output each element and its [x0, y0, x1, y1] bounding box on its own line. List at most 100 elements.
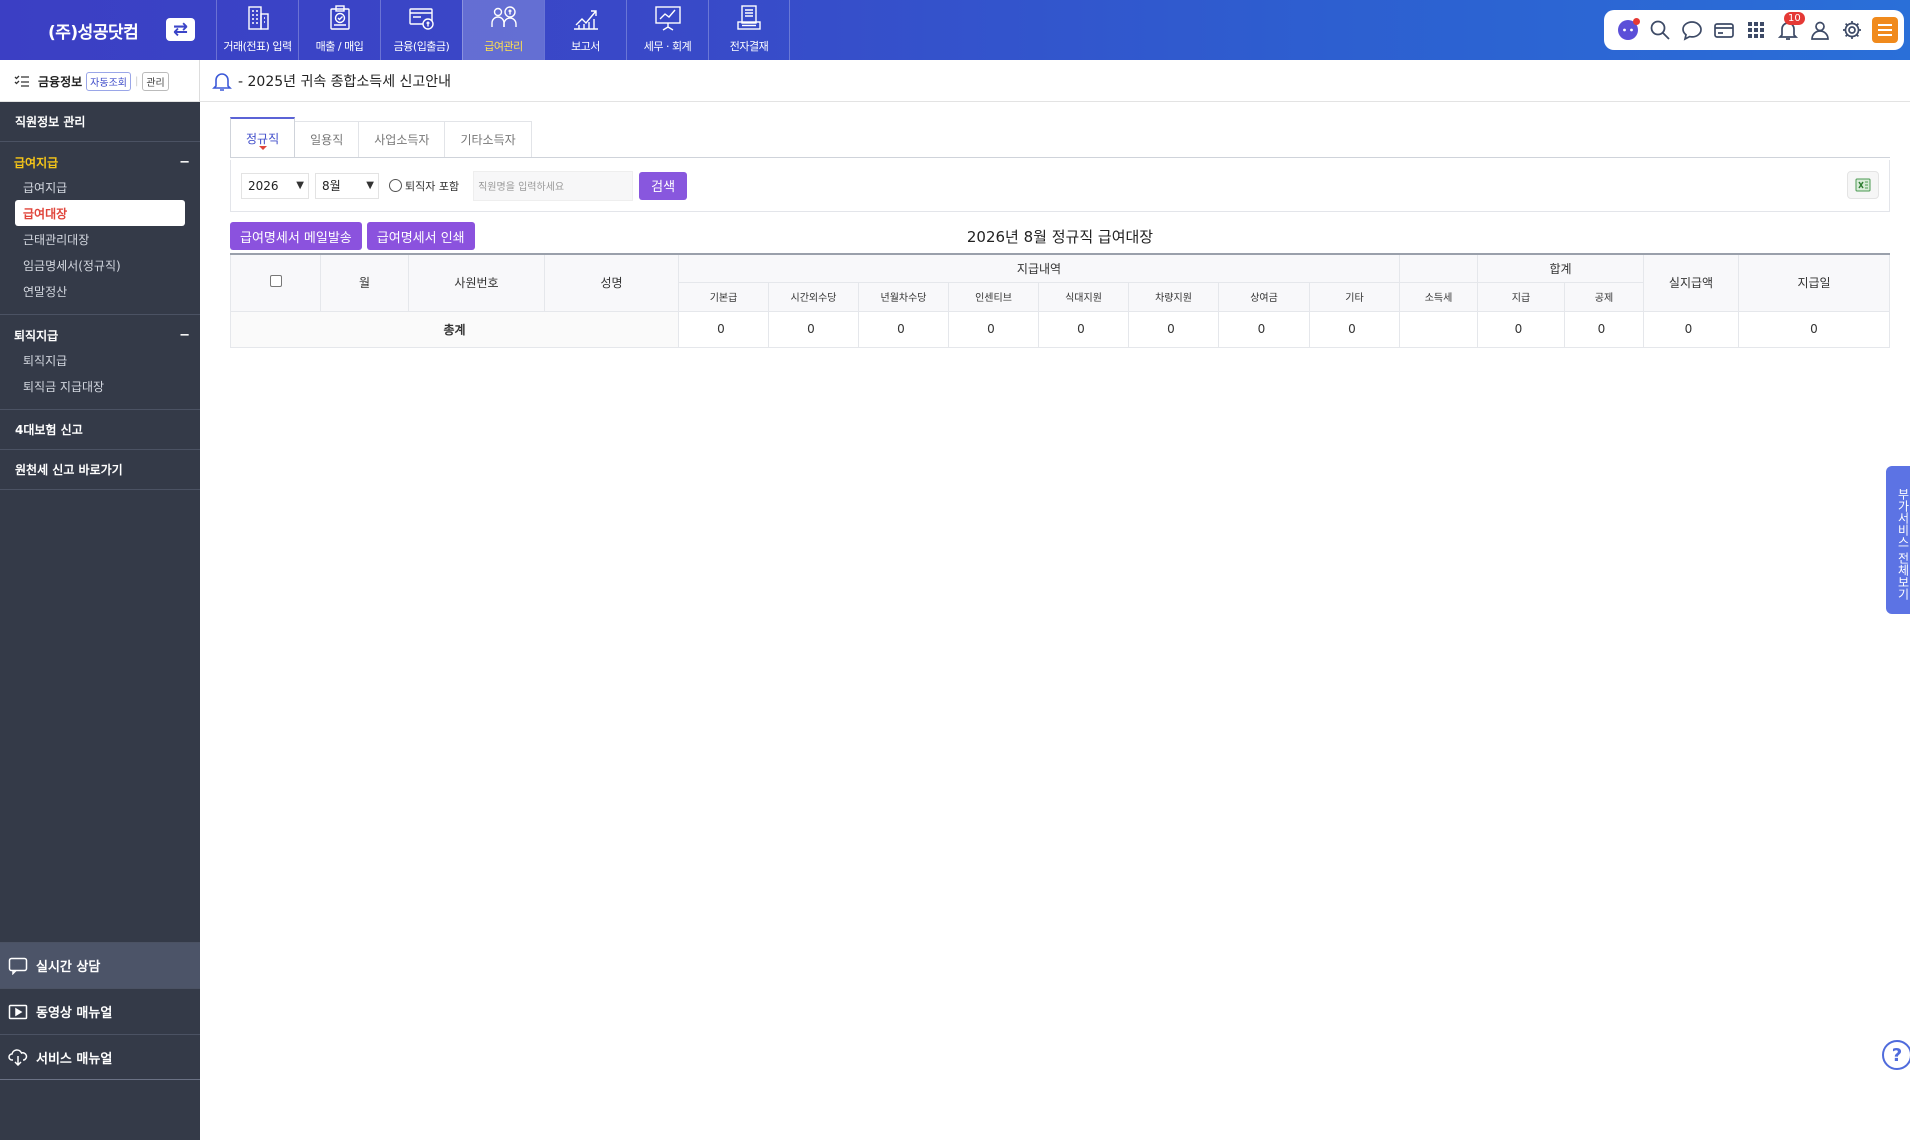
nav-reports[interactable]: 보고서 [544, 0, 626, 60]
include-retired-label: 퇴직자 포함 [405, 179, 460, 193]
total-cell: 0 [1218, 310, 1310, 348]
total-cell: 0 [1128, 310, 1219, 348]
action-buttons: 급여명세서 메일발송 급여명세서 인쇄 [230, 222, 475, 250]
total-cell: 0 [768, 310, 859, 348]
collapse-icon[interactable]: − [179, 155, 190, 170]
sidebar-item-employee-info[interactable]: 직원정보 관리 [0, 102, 200, 141]
top-navigation-bar: (주)성공닷컴 ⇄ 거래(전표) 입력 매출 / 매입 금융(입출금) 급여관리… [0, 0, 1910, 60]
nav-tax-accounting[interactable]: 세무 · 회계 [626, 0, 708, 60]
year-select[interactable]: 2026 ▼ [241, 172, 309, 199]
column-header-meal[interactable]: 식대지원 [1038, 281, 1129, 312]
sidebar-group-salary[interactable]: 급여지급 − [0, 150, 200, 174]
sidebar-item-salary-ledger[interactable]: 급여대장 [15, 200, 185, 226]
switch-company-button[interactable]: ⇄ [166, 18, 195, 41]
include-retired-radio[interactable] [389, 179, 402, 192]
sidebar-group-retirement[interactable]: 퇴직지급 − [0, 323, 200, 347]
nav-sales-purchase[interactable]: 매출 / 매입 [298, 0, 380, 60]
auto-query-button[interactable]: 자동조회 [86, 71, 131, 91]
nav-label: 금융(입출금) [393, 40, 450, 53]
nav-finance[interactable]: 금융(입출금) [380, 0, 462, 60]
extra-services-tab[interactable]: 부가서비스 전체보기 [1886, 466, 1910, 614]
message-icon[interactable] [1680, 18, 1704, 42]
column-header-vehicle[interactable]: 차량지원 [1128, 281, 1219, 312]
collapse-icon[interactable]: − [179, 328, 190, 343]
column-header-other[interactable]: 기타 [1309, 281, 1400, 312]
tab-regular[interactable]: 정규직 [230, 117, 296, 157]
sidebar-item-wage-statement[interactable]: 임금명세서(정규직) [0, 252, 200, 278]
total-cell: 0 [1643, 310, 1739, 348]
finance-info-box: 금융정보 자동조회 | 관리 [0, 60, 200, 102]
employee-search-input[interactable]: 직원명을 입력하세요 [473, 170, 634, 201]
total-cell [1399, 310, 1478, 348]
column-header-pay-date[interactable]: 지급일 [1738, 253, 1890, 312]
notice-banner[interactable]: - 2025년 귀속 종합소득세 신고안내 [212, 70, 451, 92]
company-name[interactable]: (주)성공닷컴 [48, 18, 139, 43]
include-retired-option[interactable]: 퇴직자 포함 [389, 178, 459, 194]
column-header-emp-no[interactable]: 사원번호 [408, 253, 545, 312]
manage-button[interactable]: 관리 [142, 71, 169, 91]
sidebar-item-attendance-ledger[interactable]: 근태관리대장 [0, 226, 200, 252]
total-row: 총계 0 0 0 0 0 0 0 0 0 0 0 0 [230, 310, 1890, 348]
nav-e-approval[interactable]: 전자결재 [708, 0, 790, 60]
month-value: 8월 [322, 179, 341, 193]
column-header-name[interactable]: 성명 [544, 253, 679, 312]
nav-label: 거래(전표) 입력 [223, 40, 292, 53]
ledger-title: 2026년 8월 정규직 급여대장 [966, 228, 1154, 246]
sidebar-item-retirement-pay[interactable]: 퇴직지급 [0, 347, 200, 373]
payroll-people-icon [490, 6, 517, 27]
live-chat-label: 실시간 상담 [36, 960, 101, 975]
tab-other-income[interactable]: 기타소득자 [444, 121, 532, 157]
nav-transaction-entry[interactable]: 거래(전표) 입력 [216, 0, 298, 60]
select-all-checkbox[interactable] [269, 275, 282, 288]
sidebar-item-withholding-tax[interactable]: 원천세 신고 바로가기 [0, 450, 200, 489]
nav-label: 매출 / 매입 [315, 40, 364, 53]
month-select[interactable]: 8월 ▼ [315, 172, 379, 199]
column-header-total-deduction[interactable]: 공제 [1564, 281, 1644, 312]
column-header-annual-leave[interactable]: 년월차수당 [858, 281, 949, 312]
apps-grid-icon[interactable] [1744, 18, 1768, 42]
service-manual-label: 서비스 매뉴얼 [36, 1051, 113, 1067]
total-cell: 0 [1309, 310, 1400, 348]
tab-daily[interactable]: 일용직 [294, 121, 360, 157]
video-manual-button[interactable]: 동영상 매뉴얼 [0, 988, 200, 1034]
nav-payroll[interactable]: 급여관리 [462, 0, 544, 60]
user-icon[interactable] [1808, 18, 1832, 42]
column-header-overtime[interactable]: 시간외수당 [768, 281, 859, 312]
hamburger-menu-button[interactable] [1872, 17, 1898, 43]
gear-icon[interactable] [1840, 18, 1864, 42]
excel-export-button[interactable] [1847, 171, 1879, 199]
help-icon[interactable]: ? [1882, 1040, 1910, 1070]
total-cell: 0 [948, 310, 1039, 348]
sidebar-section-withholding: 원천세 신고 바로가기 [0, 450, 200, 490]
print-payslip-button[interactable]: 급여명세서 인쇄 [366, 222, 475, 250]
sidebar-item-salary-pay[interactable]: 급여지급 [0, 174, 200, 200]
total-cell: 0 [1564, 310, 1644, 348]
chevron-down-icon: ▼ [366, 180, 374, 191]
chatbot-icon[interactable] [1616, 18, 1640, 42]
column-header-month[interactable]: 월 [320, 253, 409, 312]
column-header-income-tax[interactable]: 소득세 [1399, 281, 1478, 312]
main-nav: 거래(전표) 입력 매출 / 매입 금융(입출금) 급여관리 보고서 세무 · … [216, 0, 790, 60]
bell-icon[interactable]: 10 [1776, 12, 1805, 42]
column-header-incentive[interactable]: 인센티브 [948, 281, 1039, 312]
wallet-icon[interactable] [1712, 18, 1736, 42]
sidebar-section-insurance: 4대보험 신고 [0, 410, 200, 450]
search-button[interactable]: 검색 [639, 171, 688, 200]
service-manual-button[interactable]: 서비스 매뉴얼 [0, 1034, 200, 1080]
document-stack-icon [737, 5, 761, 30]
send-payslip-email-button[interactable]: 급여명세서 메일발송 [230, 222, 362, 250]
nav-label: 보고서 [571, 40, 600, 53]
sub-header: 금융정보 자동조회 | 관리 - 2025년 귀속 종합소득세 신고안내 [0, 60, 1910, 102]
column-header-net-pay[interactable]: 실지급액 [1643, 253, 1739, 312]
tab-business-income[interactable]: 사업소득자 [358, 121, 446, 157]
search-icon[interactable] [1648, 18, 1672, 42]
sidebar-item-year-end-settlement[interactable]: 연말정산 [0, 278, 200, 304]
sidebar-section-retirement: 퇴직지급 − 퇴직지급 퇴직금 지급대장 [0, 315, 200, 410]
live-chat-button[interactable]: 실시간 상담 [0, 942, 200, 988]
column-header-base-pay[interactable]: 기본급 [678, 281, 769, 312]
sidebar-item-retirement-ledger[interactable]: 퇴직금 지급대장 [0, 373, 200, 399]
sidebar-item-insurance[interactable]: 4대보험 신고 [0, 410, 200, 449]
column-header-total-pay[interactable]: 지급 [1477, 281, 1565, 312]
nav-label: 급여관리 [484, 40, 523, 53]
column-header-bonus[interactable]: 상여금 [1218, 281, 1310, 312]
